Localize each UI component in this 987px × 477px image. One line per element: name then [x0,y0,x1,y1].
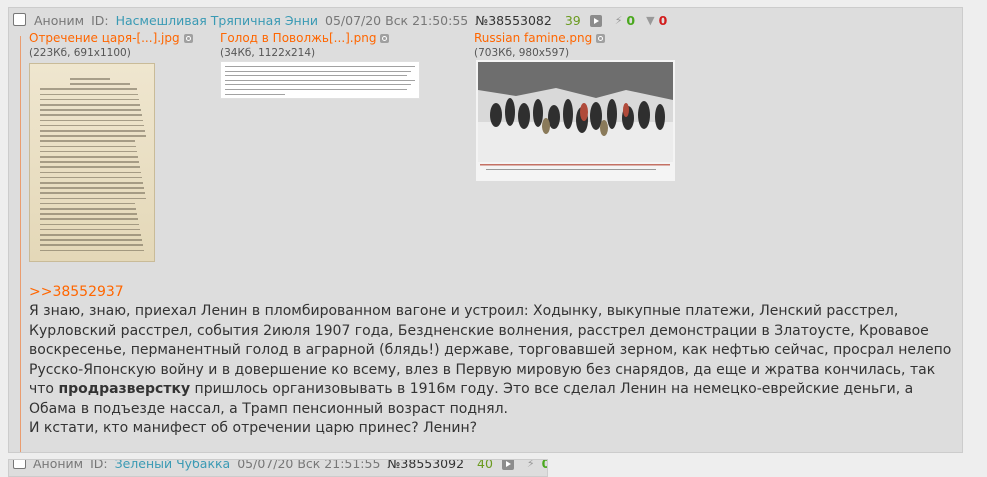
document-text-line [40,166,140,168]
document-text-line [40,244,143,246]
post-message: Я знаю, знаю, приехал Ленин в пломбирова… [29,302,959,439]
document-text-line [40,239,142,241]
scan-text-line [225,93,285,95]
scan-text-line [225,66,415,67]
play-icon[interactable] [589,14,602,27]
attachment-meta: (34Кб, 1122x214) [220,47,316,59]
document-text-line [40,109,141,111]
document-text-line [40,156,138,158]
attachment-meta: (223Кб, 691x1100) [29,47,131,59]
document-text-line [40,88,137,90]
post-select-checkbox[interactable] [13,13,26,26]
post-count: 39 [564,12,581,28]
document-text-line [40,208,136,210]
document-text-line [40,218,138,220]
document-text-line [40,187,144,189]
next-post-header: Аноним ID: Зеленый Чубакка 05/07/20 Вск … [8,459,548,477]
document-text-line [40,130,145,132]
scan-text-line [225,75,407,77]
like-count[interactable]: 0 [626,13,635,29]
document-text-line [70,83,130,85]
document-text-line [40,119,143,122]
attachment-filename-link[interactable]: Russian famine.png [474,31,606,45]
poster-id-name[interactable]: Насмешливая Тряпичная Энни [116,13,318,29]
post-date: 05/07/20 Вск 21:51:55 [237,459,381,471]
post-date: 05/07/20 Вск 21:50:55 [325,12,469,28]
scan-text-line [225,84,411,86]
attachment-2: Голод в Поволжь[...].png (34Кб, 1122x214… [220,31,390,59]
famine-illustration-thumbnail[interactable] [476,60,675,181]
like-count[interactable]: 0 [542,460,547,472]
scan-text-line [225,79,415,81]
attachment-filename-link[interactable]: Отречение царя-[...].jpg [29,31,193,45]
post-left-border [20,36,21,452]
document-text-line [40,182,143,184]
document-text-line [40,104,140,106]
poster-anon-label: Аноним [32,459,84,471]
document-text-line [40,93,138,96]
poster-anon-label: Аноним [33,12,85,28]
post-count: 40 [477,459,493,471]
document-text-line [40,197,146,200]
attachment-filename-link[interactable]: Голод в Поволжь[...].png [220,31,390,45]
post-header: Аноним ID: Насмешливая Тряпичная Энни 05… [13,12,953,30]
document-text-line [40,161,139,163]
poster-id-label: ID: [90,459,108,471]
attachment-meta: (703Кб, 980x597) [474,47,570,59]
document-text-line [40,135,146,137]
document-text-line [40,145,136,148]
document-text-line [40,98,139,101]
document-text-line [40,140,135,142]
post-number-link[interactable]: №38553092 [387,460,464,472]
document-text-line [40,213,137,215]
document-text-line [40,114,142,116]
document-text-line [70,78,110,80]
document-text-line [40,234,141,236]
attachment-3: Russian famine.png (703Кб, 980x597) [474,31,606,59]
bolt-icon[interactable]: ⚡︎ [527,460,535,472]
dislike-count[interactable]: 0 [659,13,668,29]
poster-id-name[interactable]: Зеленый Чубакка [115,460,231,472]
magnifier-icon[interactable] [183,34,193,43]
post-message-last-line: И кстати, кто манифест об отречении царю… [29,420,478,436]
post-number-link[interactable]: №38553082 [475,13,552,29]
document-text-line [40,171,141,174]
magnifier-icon[interactable] [596,34,606,43]
scan-text-line [225,89,407,90]
thumbs-down-icon[interactable]: ▼ [646,13,654,29]
document-text-line [40,150,137,153]
play-icon[interactable] [501,460,514,470]
document-text-line [40,124,144,127]
attachment-1: Отречение царя-[...].jpg (223Кб, 691x110… [29,31,193,59]
document-text-line [40,192,145,194]
document-text-line [40,249,144,252]
reply-quote-link[interactable]: >>38552937 [29,284,124,300]
post: Аноним ID: Насмешливая Тряпичная Энни 05… [8,7,963,453]
scan-text-line [225,70,411,72]
post-select-checkbox[interactable] [13,460,26,469]
document-text-line [40,176,142,179]
document-text-line [40,228,140,231]
document-text-line [40,202,135,205]
document-text-line [40,223,139,226]
post-message-paragraph: Я знаю, знаю, приехал Ленин в пломбирова… [29,302,959,419]
poster-id-label: ID: [91,12,109,28]
bolt-icon[interactable]: ⚡︎ [615,13,623,29]
abdication-document-thumbnail[interactable] [29,63,155,262]
magnifier-icon[interactable] [380,34,390,43]
famine-text-thumbnail[interactable] [220,61,420,99]
message-bold-text: продразверстку [58,381,191,397]
